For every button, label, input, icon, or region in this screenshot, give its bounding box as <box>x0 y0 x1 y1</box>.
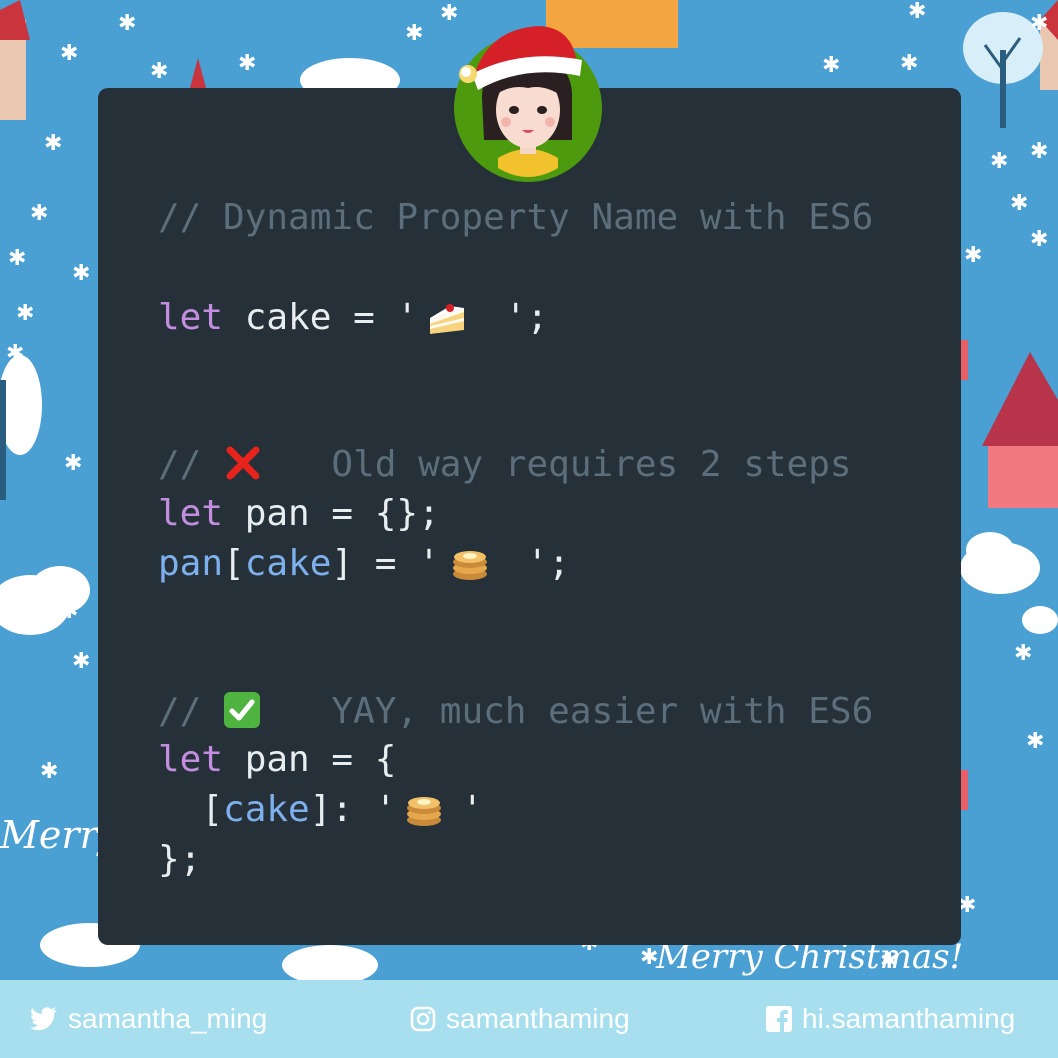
svg-text:✱: ✱ <box>238 51 256 76</box>
comment-slashes: // <box>158 444 202 485</box>
code-text: '; <box>526 543 570 584</box>
svg-text:✱: ✱ <box>64 451 82 476</box>
facebook-link[interactable]: hi.samanthaming <box>766 980 1015 1058</box>
check-mark-icon <box>224 692 260 728</box>
pancakes-emoji <box>407 797 441 826</box>
twitter-handle: samantha_ming <box>68 1003 268 1034</box>
keyword-let: let <box>158 297 224 338</box>
code-text: '; <box>504 297 549 338</box>
svg-text:✱: ✱ <box>8 246 26 271</box>
variable-cake: cake <box>223 789 310 830</box>
instagram-handle: samanthaming <box>446 1003 630 1034</box>
code-line-pan-new: let pan = { <box>158 736 396 784</box>
footer-social-bar: samantha_ming samanthaming hi.samanthami… <box>0 980 1058 1058</box>
svg-text:✱: ✱ <box>1014 641 1032 666</box>
code-line-assign: pan[cake] = ' '; <box>158 540 570 588</box>
facebook-icon <box>766 1006 792 1032</box>
svg-text:✱: ✱ <box>40 759 58 784</box>
svg-text:✱: ✱ <box>6 341 24 366</box>
comment-slashes: // <box>158 691 202 732</box>
twitter-link[interactable]: samantha_ming <box>30 980 267 1058</box>
code-text: pan = { <box>223 739 397 780</box>
code-text: [ <box>223 543 245 584</box>
svg-text:✱: ✱ <box>900 51 918 76</box>
code-text: ' <box>461 789 484 830</box>
svg-text:✱: ✱ <box>72 649 90 674</box>
keyword-let: let <box>158 493 224 534</box>
keyword-let: let <box>158 739 224 780</box>
svg-text:✱: ✱ <box>44 131 62 156</box>
code-line-pan-old: let pan = {}; <box>158 490 440 538</box>
comment-text: Old way requires 2 steps <box>331 444 852 485</box>
twitter-icon <box>30 1007 57 1031</box>
svg-text:✱: ✱ <box>908 0 926 24</box>
code-comment-es6-way: // YAY, much easier with ES6 <box>158 688 873 736</box>
svg-text:✱: ✱ <box>16 301 34 326</box>
svg-text:✱: ✱ <box>1026 729 1044 754</box>
comment-text: YAY, much easier with ES6 <box>331 691 874 732</box>
svg-text:✱: ✱ <box>1030 11 1048 36</box>
instagram-icon <box>410 1006 436 1032</box>
avatar <box>454 26 602 182</box>
svg-text:✱: ✱ <box>405 21 423 46</box>
shortcake-emoji <box>430 304 464 334</box>
code-text: pan = {}; <box>223 493 440 534</box>
cross-mark-icon <box>226 446 260 480</box>
svg-text:✱: ✱ <box>964 243 982 268</box>
code-text: cake = ' <box>223 297 419 338</box>
variable-pan: pan <box>158 543 224 584</box>
svg-text:✱: ✱ <box>60 599 78 624</box>
code-comment-old-way: // Old way requires 2 steps <box>158 441 852 489</box>
facebook-handle: hi.samanthaming <box>802 1003 1016 1034</box>
svg-text:✱: ✱ <box>990 149 1008 174</box>
svg-text:✱: ✱ <box>1030 139 1048 164</box>
svg-text:✱: ✱ <box>72 261 90 286</box>
code-line-cake: let cake = ' '; <box>158 294 548 342</box>
code-text: [ <box>158 789 224 830</box>
pancakes-emoji <box>453 551 487 580</box>
svg-text:✱: ✱ <box>1010 191 1028 216</box>
svg-text:✱: ✱ <box>822 53 840 78</box>
svg-text:✱: ✱ <box>150 59 168 84</box>
code-comment-title: // Dynamic Property Name with ES6 <box>158 197 874 238</box>
svg-text:✱: ✱ <box>30 201 48 226</box>
code-line-close: }; <box>158 839 202 880</box>
code-text: ] = ' <box>331 543 440 584</box>
code-text: ]: ' <box>309 789 397 830</box>
instagram-link[interactable]: samanthaming <box>410 980 630 1058</box>
variable-cake: cake <box>244 543 332 584</box>
svg-text:✱: ✱ <box>118 11 136 36</box>
svg-text:✱: ✱ <box>60 41 78 66</box>
svg-text:✱: ✱ <box>1030 227 1048 252</box>
